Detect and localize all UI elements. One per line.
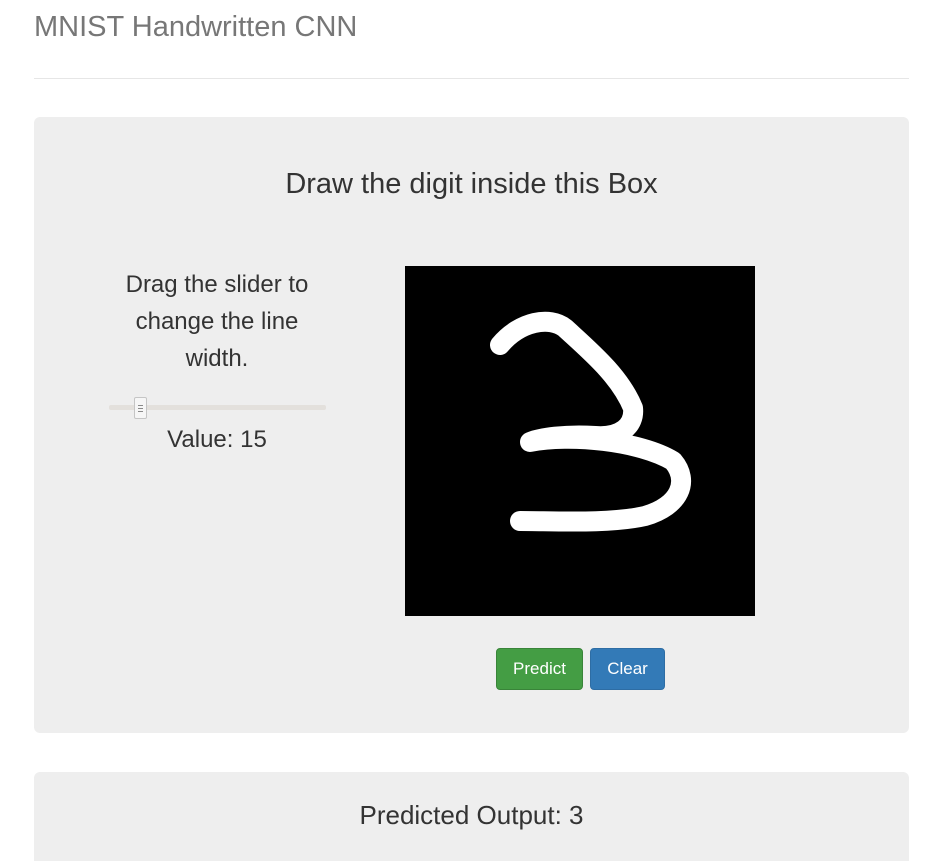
slider-value-label: Value: 15 [167,426,267,453]
slider-caption: Drag the slider to change the line width… [125,271,309,372]
grip-line-icon [138,411,143,412]
drawing-canvas[interactable] [405,266,755,616]
page: MNIST Handwritten CNN Draw the digit ins… [0,0,925,861]
page-title: MNIST Handwritten CNN [34,11,358,43]
clear-button[interactable]: Clear [590,648,665,690]
line-width-slider-handle[interactable] [134,397,147,419]
predict-button[interactable]: Predict [496,648,583,690]
grip-line-icon [138,405,143,406]
grip-line-icon [138,408,143,409]
drawn-digit-stroke [490,311,692,532]
draw-panel-heading: Draw the digit inside this Box [285,168,658,200]
predicted-output: Predicted Output: 3 [359,800,584,830]
header-divider [34,78,909,79]
